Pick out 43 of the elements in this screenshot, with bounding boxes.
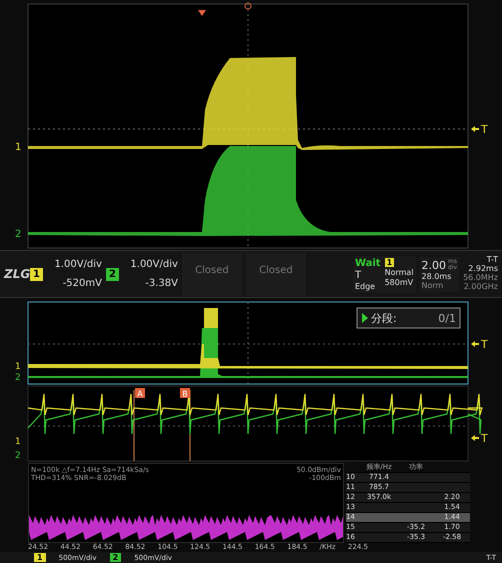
segment-panel[interactable] bbox=[356, 308, 460, 328]
sample-rate: 56.0MHz bbox=[463, 274, 498, 283]
trigger-source: 1 bbox=[384, 258, 394, 266]
time-delay: 28.0ms bbox=[422, 272, 452, 280]
channel-badge[interactable]: 2 bbox=[110, 553, 122, 562]
channel-badge[interactable]: 2 bbox=[106, 268, 119, 280]
math-slot[interactable]: Closed bbox=[246, 252, 306, 296]
left-arrow-icon[interactable] bbox=[471, 341, 479, 347]
channel-marker[interactable]: 1 bbox=[15, 142, 22, 153]
play-icon[interactable] bbox=[362, 313, 368, 323]
trigger-level-marker[interactable]: T bbox=[481, 432, 488, 445]
acquisition-mode: Norm bbox=[422, 280, 444, 290]
left-arrow-icon[interactable] bbox=[471, 435, 479, 441]
trigger-position-icon bbox=[198, 10, 206, 16]
segment-label: 分段: bbox=[371, 312, 397, 325]
measure-value: 2.92ms bbox=[468, 265, 498, 274]
trigger-edge: Edge bbox=[354, 282, 376, 290]
trigger-mode: Normal bbox=[384, 268, 414, 276]
left-arrow-icon[interactable] bbox=[471, 126, 479, 132]
cursor-handle[interactable]: B bbox=[180, 388, 190, 398]
channel-badge[interactable]: 1 bbox=[30, 268, 43, 280]
channel-marker[interactable]: 2 bbox=[15, 451, 21, 461]
measure-mode: T-T bbox=[486, 256, 498, 265]
center-marker-icon bbox=[244, 2, 252, 10]
channel-marker[interactable]: 1 bbox=[15, 437, 21, 447]
channel-badge[interactable]: 1 bbox=[34, 553, 46, 562]
channel-marker[interactable]: 2 bbox=[15, 373, 21, 383]
vertical-offset: -520mV bbox=[62, 278, 102, 289]
vertical-scale: 1.00V/div bbox=[130, 259, 178, 270]
channel-marker[interactable]: 1 bbox=[15, 362, 21, 372]
trigger-level-marker[interactable]: T bbox=[481, 338, 488, 351]
channel-marker[interactable]: 2 bbox=[15, 229, 22, 240]
trigger-state: Wait bbox=[354, 258, 381, 268]
bandwidth: 2.00GHz bbox=[464, 282, 498, 292]
trigger-type: T bbox=[354, 270, 362, 280]
vertical-offset: -3.38V bbox=[145, 278, 178, 289]
cursor-handle[interactable]: A bbox=[135, 388, 145, 398]
time-scale: 2.00 bbox=[422, 258, 446, 272]
segment-count: 0/1 bbox=[438, 312, 456, 325]
trigger-level-marker[interactable]: T bbox=[481, 123, 488, 136]
math-slot[interactable]: Closed bbox=[182, 252, 242, 296]
trigger-level: 580mV bbox=[384, 278, 414, 286]
vertical-scale: 1.00V/div bbox=[54, 259, 102, 270]
